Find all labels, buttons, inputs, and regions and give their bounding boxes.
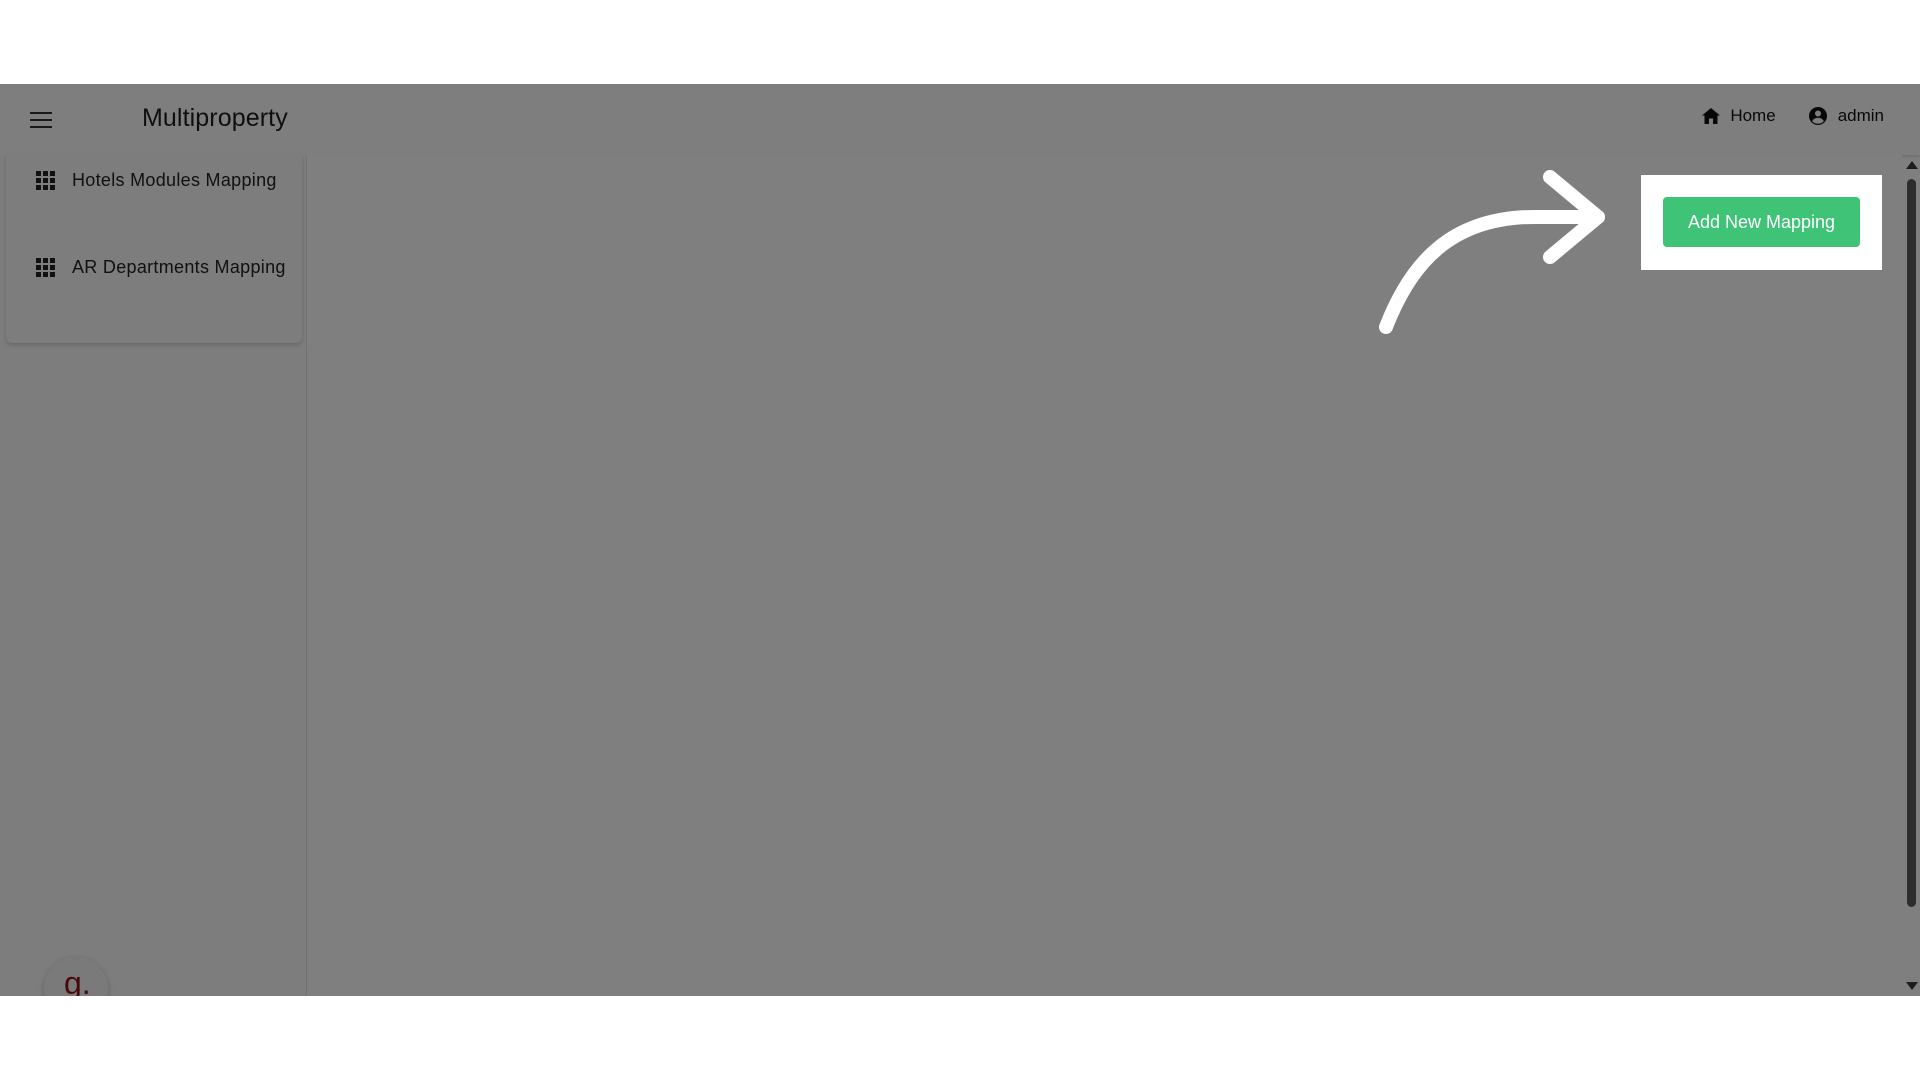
sidebar-item-label: Hotels Modules Mapping — [72, 170, 277, 190]
sidebar-menu: Hotels Modules Mapping AR Departments Ma… — [6, 155, 302, 343]
scrollbar-thumb[interactable] — [1907, 179, 1916, 907]
home-icon — [1702, 108, 1721, 124]
vertical-scrollbar[interactable] — [1902, 155, 1920, 996]
top-app-bar: Multiproperty Home admin — [0, 84, 1920, 155]
screen: Multiproperty Home admin Hotels Modules … — [0, 0, 1920, 1080]
sidebar-item-label: AR Departments Mapping — [72, 257, 286, 277]
home-link-label: Home — [1730, 106, 1776, 125]
header-nav: Home admin — [1702, 106, 1884, 126]
main-content — [307, 155, 1902, 996]
scroll-up-arrow-icon[interactable] — [1906, 161, 1918, 169]
apps-grid-icon — [36, 257, 56, 278]
highlight-spotlight: Add New Mapping — [1641, 175, 1882, 270]
account-circle-icon — [1808, 107, 1827, 125]
floating-help-badge[interactable]: g. 16 — [44, 957, 108, 996]
user-menu-label: admin — [1837, 106, 1884, 125]
sidebar: Hotels Modules Mapping AR Departments Ma… — [0, 155, 307, 996]
sidebar-item-hotels-modules-mapping[interactable]: Hotels Modules Mapping — [36, 167, 286, 194]
user-menu[interactable]: admin — [1808, 106, 1884, 126]
add-new-mapping-button[interactable]: Add New Mapping — [1663, 197, 1860, 247]
menu-icon[interactable] — [26, 107, 56, 133]
app-title: Multiproperty — [142, 104, 288, 132]
scroll-down-arrow-icon[interactable] — [1906, 982, 1918, 990]
apps-grid-icon — [36, 170, 56, 191]
help-widget-logo: g. — [64, 965, 91, 996]
app-window: Multiproperty Home admin Hotels Modules … — [0, 84, 1920, 996]
sidebar-item-ar-departments-mapping[interactable]: AR Departments Mapping — [36, 254, 286, 281]
home-link[interactable]: Home — [1702, 106, 1776, 126]
